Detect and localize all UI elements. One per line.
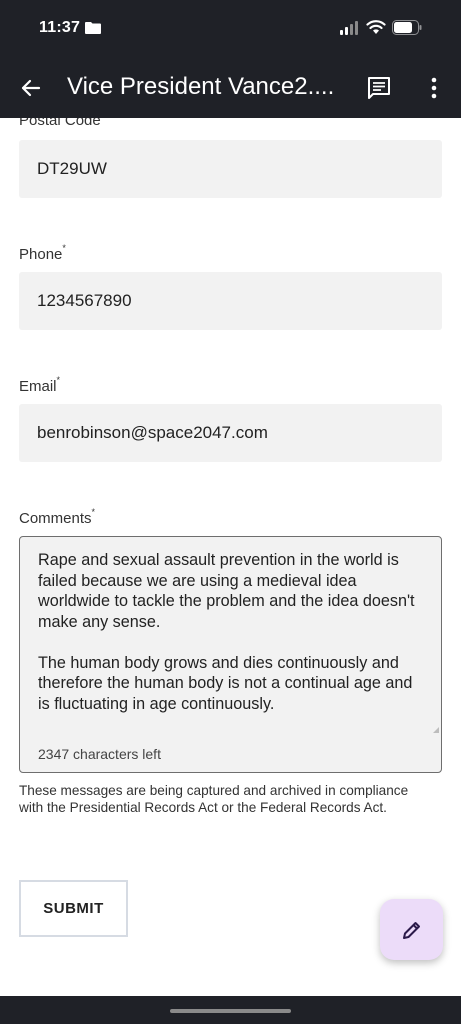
phone-value: 1234567890 [37,291,132,310]
email-label: Email* [19,375,61,395]
submit-button[interactable]: SUBMIT [19,880,128,937]
comments-label: Comments* [19,507,96,527]
status-time: 11:37 [39,19,81,36]
more-vertical-icon[interactable] [425,75,443,101]
form-scroll-area[interactable]: Postal Code DT29UW Phone* 1234567890 Ema… [0,118,461,996]
comments-textarea[interactable]: Rape and sexual assault prevention in th… [19,536,442,773]
postal-code-field[interactable]: DT29UW [19,140,442,198]
phone-field[interactable]: 1234567890 [19,272,442,330]
postal-code-value: DT29UW [37,159,107,178]
pencil-icon [402,921,420,939]
email-value: benrobinson@space2047.com [37,423,268,442]
comments-text: Rape and sexual assault prevention in th… [38,551,415,713]
phone-label: Phone* [19,243,66,263]
back-arrow-icon[interactable] [18,75,44,101]
folder-icon [85,22,101,34]
page-title: Vice President Vance2.... [67,73,335,100]
email-field[interactable]: benrobinson@space2047.com [19,404,442,462]
comment-icon[interactable] [366,75,392,101]
home-indicator[interactable] [170,1009,291,1013]
character-count: 2347 characters left [38,746,161,762]
compose-fab-button[interactable] [380,899,443,960]
records-disclaimer: These messages are being captured and ar… [19,783,409,815]
system-nav-bar [0,996,461,1024]
app-bar: Vice President Vance2.... [0,58,461,118]
signal-icon [340,21,358,35]
wifi-icon [366,20,386,34]
battery-icon [392,20,422,35]
status-bar: 11:37 [0,0,461,58]
resize-handle-icon[interactable] [433,727,439,733]
postal-code-label: Postal Code [19,118,101,129]
